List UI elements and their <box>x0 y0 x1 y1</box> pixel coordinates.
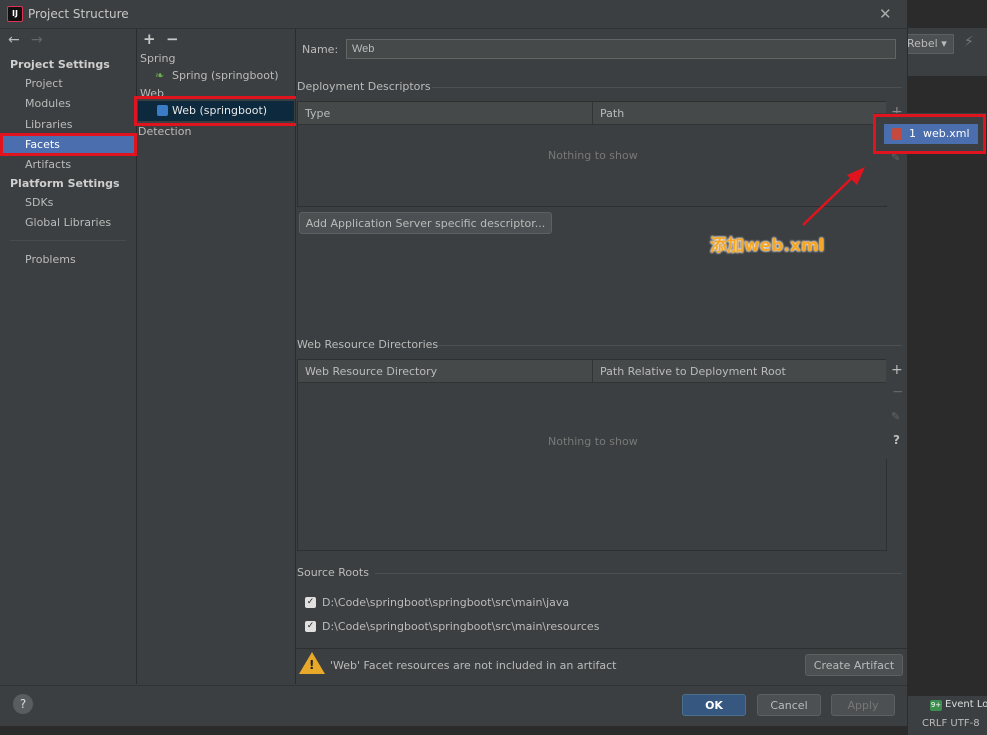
warning-icon-mark: ! <box>309 658 315 672</box>
nav-item-artifacts[interactable]: Artifacts <box>25 158 71 171</box>
add-server-descriptor-button[interactable]: Add Application Server specific descript… <box>299 212 552 234</box>
window-title: Project Structure <box>28 7 129 21</box>
ok-button[interactable]: OK <box>682 694 746 716</box>
facet-name-input[interactable] <box>346 39 896 59</box>
add-facet-button[interactable]: + <box>143 30 156 48</box>
web-resource-toolbar: + − ✎ ? <box>886 359 906 459</box>
help-button[interactable]: ? <box>13 694 33 714</box>
nav-item-modules[interactable]: Modules <box>25 97 71 110</box>
remove-facet-button[interactable]: − <box>166 30 179 48</box>
title-bar: IJ Project Structure ✕ <box>0 0 907 29</box>
source-roots-list: ✓ D:\Code\springboot\springboot\src\main… <box>297 587 885 641</box>
annotation-text: 添加web.xml <box>710 236 825 256</box>
warning-text: 'Web' Facet resources are not included i… <box>330 659 617 672</box>
table-header: Web Resource Directory Path Relative to … <box>298 360 886 383</box>
warning-bar: ! 'Web' Facet resources are not included… <box>296 648 907 685</box>
cancel-button[interactable]: Cancel <box>757 694 821 716</box>
project-settings-heading: Project Settings <box>10 58 110 71</box>
source-root-path: D:\Code\springboot\springboot\src\main\j… <box>322 596 570 609</box>
edit-web-resource-icon[interactable]: ✎ <box>891 410 900 423</box>
nav-item-sdks[interactable]: SDKs <box>25 196 53 209</box>
section-divider <box>438 345 902 346</box>
column-divider <box>592 360 593 382</box>
tree-item-spring[interactable]: Spring (springboot) <box>172 69 279 82</box>
create-artifact-button[interactable]: Create Artifact <box>805 654 903 676</box>
ide-status-bar: 9+ Event Log CRLF UTF-8 <box>908 696 987 735</box>
source-roots-title: Source Roots <box>297 566 369 579</box>
nav-item-problems[interactable]: Problems <box>25 253 76 266</box>
web-facet-highlight-box <box>134 96 299 126</box>
annotation-arrow-icon <box>802 167 865 226</box>
encoding-status[interactable]: CRLF UTF-8 <box>922 718 980 729</box>
spring-leaf-icon: ❧ <box>155 69 165 82</box>
section-divider <box>375 573 902 574</box>
event-log-button[interactable]: Event Log <box>945 699 987 710</box>
column-web-resource-directory[interactable]: Web Resource Directory <box>305 365 437 378</box>
tree-group-spring: Spring <box>140 52 176 65</box>
help-icon[interactable]: ? <box>893 433 900 447</box>
nav-item-libraries[interactable]: Libraries <box>25 118 73 131</box>
source-root-checkbox[interactable]: ✓ <box>305 597 316 608</box>
forward-arrow-icon[interactable]: → <box>31 32 43 48</box>
close-icon[interactable]: ✕ <box>879 5 892 23</box>
back-arrow-icon[interactable]: ← <box>8 32 20 48</box>
empty-message: Nothing to show <box>548 149 638 162</box>
remove-web-resource-icon[interactable]: − <box>892 384 904 400</box>
column-type[interactable]: Type <box>305 107 330 120</box>
event-log-icon: 9+ <box>930 700 942 711</box>
web-resource-table[interactable]: Web Resource Directory Path Relative to … <box>297 359 887 551</box>
platform-settings-heading: Platform Settings <box>10 177 120 190</box>
table-header: Type Path <box>298 102 886 125</box>
intellij-app-icon: IJ <box>7 6 23 22</box>
source-root-path: D:\Code\springboot\springboot\src\main\r… <box>322 620 600 633</box>
tree-group-detection[interactable]: Detection <box>138 125 191 138</box>
deployment-descriptors-title: Deployment Descriptors <box>297 80 431 93</box>
rebel-dropdown[interactable]: Rebel ▾ <box>906 34 954 54</box>
column-path[interactable]: Path <box>600 107 624 120</box>
facets-highlight-box <box>0 133 137 156</box>
jrebel-icon[interactable]: ⚡ <box>964 34 980 52</box>
apply-button[interactable]: Apply <box>831 694 895 716</box>
column-path-relative[interactable]: Path Relative to Deployment Root <box>600 365 786 378</box>
ide-toolbar: Rebel ▾ ⚡ <box>906 28 987 76</box>
add-web-resource-icon[interactable]: + <box>891 362 903 378</box>
empty-message: Nothing to show <box>548 435 638 448</box>
nav-divider <box>10 240 126 241</box>
nav-item-global-libraries[interactable]: Global Libraries <box>25 216 111 229</box>
section-divider <box>432 87 902 88</box>
column-divider <box>592 102 593 124</box>
web-xml-highlight-box <box>873 114 986 154</box>
web-resource-directories-title: Web Resource Directories <box>297 338 439 351</box>
source-root-checkbox[interactable]: ✓ <box>305 621 316 632</box>
name-label: Name: <box>302 43 339 56</box>
nav-item-project[interactable]: Project <box>25 77 63 90</box>
